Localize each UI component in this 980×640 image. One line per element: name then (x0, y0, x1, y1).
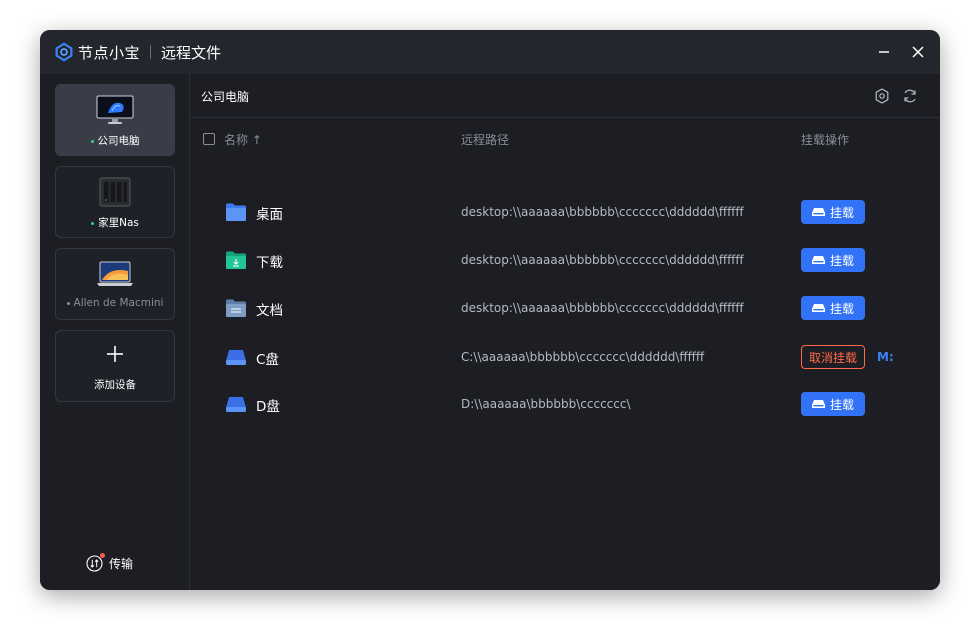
online-status-dot (91, 221, 95, 225)
device-card-home-nas[interactable]: 家里Nas (55, 166, 175, 238)
transfer-icon (86, 553, 105, 572)
unmount-button[interactable]: 取消挂载 (801, 345, 865, 369)
offline-status-dot (66, 301, 70, 305)
panel-title: 公司电脑 (201, 90, 250, 104)
row-path: desktop:\\aaaaaa\bbbbbb\ccccccc\dddddd\f… (461, 301, 744, 315)
row-path: D:\\aaaaaa\bbbbbb\ccccccc\ (461, 397, 631, 411)
file-panel: 公司电脑 名称 ↑ 远程路径 挂载操作 桌面 desktop:\\aaaaaa\ (190, 74, 940, 590)
device-label: Allen de Macmini (56, 297, 174, 309)
title-bar: 节点小宝 远程文件 (40, 30, 940, 74)
row-name: 文档 (256, 303, 283, 319)
table-row[interactable]: D盘 D:\\aaaaaa\bbbbbb\ccccccc\ 挂载 (190, 380, 940, 428)
nas-icon (99, 177, 131, 207)
table-row[interactable]: C盘 C:\\aaaaaa\bbbbbb\ccccccc\dddddd\ffff… (190, 333, 940, 381)
mount-button-label: 挂载 (829, 301, 854, 316)
mount-button-label: 挂载 (829, 253, 854, 268)
mount-button[interactable]: 挂载 (801, 296, 865, 320)
row-path: desktop:\\aaaaaa\bbbbbb\ccccccc\dddddd\f… (461, 205, 744, 219)
laptop-icon (97, 261, 133, 286)
drive-mount-icon (811, 400, 825, 408)
select-all-checkbox[interactable] (203, 133, 215, 145)
mount-button-label: 挂载 (829, 397, 854, 412)
minimize-icon (879, 51, 889, 53)
row-path: C:\\aaaaaa\bbbbbb\ccccccc\dddddd\ffffff (461, 350, 705, 364)
minimize-button[interactable] (874, 42, 894, 62)
table-row[interactable]: 下载 desktop:\\aaaaaa\bbbbbb\ccccccc\ddddd… (190, 236, 940, 284)
refresh-icon[interactable] (901, 87, 919, 105)
row-name: 下载 (256, 255, 283, 271)
add-device-button[interactable]: 添加设备 (55, 330, 175, 402)
app-brand: 节点小宝 (78, 43, 141, 62)
drive-letter: M: (877, 350, 894, 364)
folder-icon (226, 203, 246, 221)
mount-button-label: 挂载 (829, 205, 854, 220)
row-path: desktop:\\aaaaaa\bbbbbb\ccccccc\dddddd\f… (461, 253, 744, 267)
device-sidebar: 公司电脑 家里Nas Allen de Macmini 添加设备 传输 (40, 74, 190, 590)
mount-button[interactable]: 挂载 (801, 248, 865, 272)
drive-icon (226, 397, 246, 412)
transfer-button[interactable]: 传输 (86, 553, 134, 572)
row-name: C盘 (256, 352, 279, 368)
device-label: 公司电脑 (56, 133, 174, 148)
drive-icon (226, 350, 246, 365)
add-device-label: 添加设备 (94, 379, 136, 391)
column-header-path: 远程路径 (461, 133, 510, 147)
document-folder-icon (226, 299, 246, 317)
settings-icon[interactable] (873, 87, 891, 105)
table-row[interactable]: 文档 desktop:\\aaaaaa\bbbbbb\ccccccc\ddddd… (190, 284, 940, 332)
device-name-text: 家里Nas (98, 217, 139, 229)
transfer-label: 传输 (109, 557, 134, 571)
title-divider (150, 45, 152, 59)
column-header-action: 挂载操作 (801, 133, 850, 147)
device-card-macmini[interactable]: Allen de Macmini (55, 248, 175, 320)
mount-button[interactable]: 挂载 (801, 200, 865, 224)
table-row[interactable]: 桌面 desktop:\\aaaaaa\bbbbbb\ccccccc\ddddd… (190, 188, 940, 236)
device-name-text: 公司电脑 (97, 135, 140, 147)
plus-icon (107, 346, 123, 362)
drive-mount-icon (811, 208, 825, 216)
app-window: 节点小宝 远程文件 公司电脑 家里Nas Allen de Macmini 添加… (40, 30, 940, 590)
device-card-company-pc[interactable]: 公司电脑 (55, 84, 175, 156)
page-title: 远程文件 (161, 43, 222, 62)
close-button[interactable] (908, 42, 928, 62)
row-name: 桌面 (256, 207, 283, 223)
drive-mount-icon (811, 304, 825, 312)
mount-button[interactable]: 挂载 (801, 392, 865, 416)
online-status-dot (90, 139, 94, 143)
drive-mount-icon (811, 256, 825, 264)
column-header-name[interactable]: 名称 ↑ (224, 131, 262, 148)
device-label: 家里Nas (56, 215, 174, 230)
device-name-text: Allen de Macmini (73, 297, 164, 309)
download-folder-icon (226, 251, 246, 269)
close-icon (912, 46, 924, 58)
panel-header: 公司电脑 (190, 74, 940, 118)
app-logo-icon (55, 42, 73, 62)
notification-badge (100, 553, 105, 558)
pc-monitor-icon (96, 95, 134, 124)
row-name: D盘 (256, 399, 280, 415)
